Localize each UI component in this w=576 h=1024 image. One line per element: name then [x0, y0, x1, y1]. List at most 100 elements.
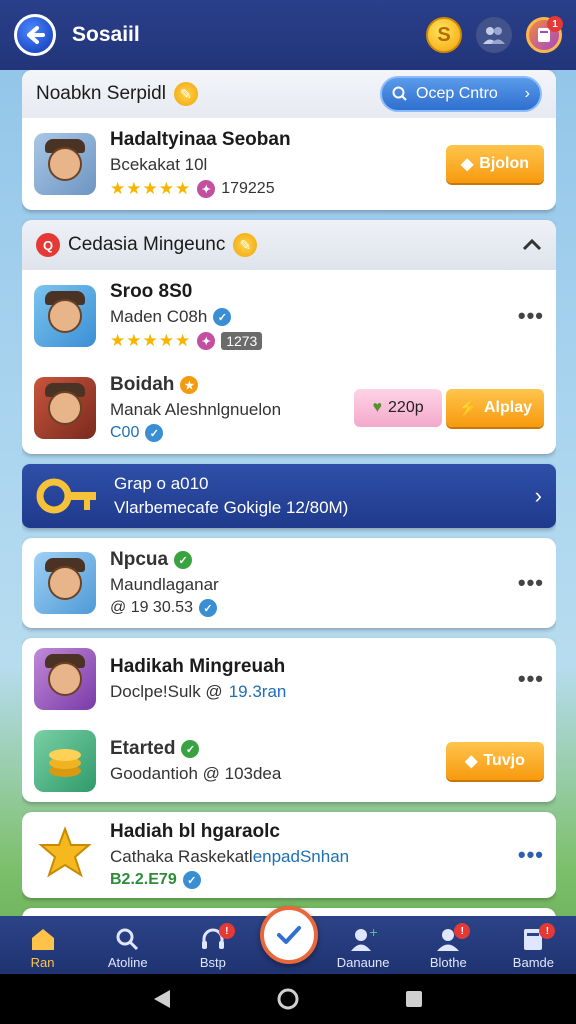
- section-header: Noabkn Serpidl ✎ Ocep Cntro ›: [22, 70, 556, 118]
- verified-icon: ✓: [213, 308, 232, 326]
- coin-stack-thumbnail: [34, 730, 96, 792]
- nav-item-home[interactable]: Ran: [3, 925, 83, 970]
- game-thumbnail: [34, 648, 96, 710]
- promo-banner[interactable]: Grap o a010 Vlarbemecafe Gokigle 12/80M)…: [22, 464, 556, 528]
- item-meta: @ 19 30.53: [110, 599, 193, 616]
- game-card: Hadikah Mingreuah Doclpe!Sulk @ 19.3ran …: [22, 638, 556, 802]
- ticket-icon: ◆: [465, 753, 478, 770]
- home-icon: [31, 929, 54, 950]
- back-triangle-icon[interactable]: [152, 988, 172, 1010]
- item-subtitle: Maundlaganar: [110, 575, 219, 594]
- nav-item-search[interactable]: Atoline: [88, 925, 168, 970]
- notification-badge: 1: [547, 16, 563, 32]
- item-name: Hadiah bl hgaraolc: [110, 821, 280, 842]
- friends-icon[interactable]: [476, 17, 512, 53]
- game-card: Hadiah bl hgaraolc Cathaka Raskekatl enp…: [22, 812, 556, 898]
- section-title: Cedasia Mingeunc: [68, 234, 226, 255]
- chevron-right-icon: ›: [534, 483, 542, 508]
- tag-badge: 1273: [221, 332, 263, 350]
- play-button[interactable]: ◆ Tuvjo: [446, 742, 544, 780]
- center-action-button[interactable]: [260, 906, 318, 964]
- play-button[interactable]: ◆ Bjolon: [446, 145, 544, 183]
- notification-badge: !: [454, 923, 471, 939]
- game-thumbnail: [34, 285, 96, 347]
- more-options-icon[interactable]: •••: [518, 570, 544, 596]
- ticket-icon: ◆: [460, 156, 474, 173]
- search-icon: [392, 86, 407, 101]
- more-options-icon[interactable]: •••: [518, 666, 544, 692]
- bolt-icon: ⚡: [458, 400, 478, 417]
- item-name: Sroo 8S0: [110, 281, 193, 302]
- item-name: Hadikah Mingreuah: [110, 656, 286, 677]
- item-subtitle: Cathaka Raskekatl: [110, 847, 253, 866]
- list-item[interactable]: Sroo 8S0 Maden C08h ✓ ★★★★★ ✦ 1273 •••: [22, 270, 556, 362]
- featured-section: Noabkn Serpidl ✎ Ocep Cntro › Hadaltyina…: [22, 70, 556, 210]
- nav-item-library[interactable]: ! Bamde: [493, 923, 573, 970]
- list-item[interactable]: Hadaltyinaa Seoban Bcekakat 10l ★★★★★ ✦ …: [22, 118, 556, 210]
- verified-icon: ✓: [182, 871, 201, 889]
- play-button[interactable]: ⚡ Alplay: [446, 389, 544, 427]
- verified-icon: ✓: [181, 740, 200, 758]
- item-subtitle: Doclpe!Sulk @: [110, 682, 223, 701]
- fire-icon: ★: [180, 376, 199, 394]
- item-subtitle: Bcekakat 10l: [110, 155, 208, 174]
- nav-item-support[interactable]: ! Bstp: [173, 923, 253, 970]
- coin-icon[interactable]: S: [426, 17, 462, 53]
- app-title: Sosaiil: [72, 23, 140, 46]
- item-meta: B2.2.E79: [110, 871, 177, 888]
- item-name: Npcua: [110, 549, 169, 570]
- verified-icon: ✓: [145, 424, 164, 442]
- star-badge-thumbnail: [34, 824, 96, 886]
- chevron-up-icon[interactable]: [522, 238, 542, 252]
- home-circle-icon[interactable]: [276, 987, 300, 1011]
- rating-stars: ★★★★★: [110, 179, 192, 198]
- game-thumbnail: [34, 377, 96, 439]
- list-item[interactable]: Boidah ★ Manak Aleshnlgnuelon C00 ✓ ♥ 22…: [22, 362, 556, 454]
- check-icon: [277, 926, 301, 944]
- sparkle-icon: ✎: [173, 82, 198, 106]
- verified-icon: ✓: [198, 599, 217, 617]
- nav-item-profile[interactable]: ! Blothe: [408, 923, 488, 970]
- category-section: Q Cedasia Mingeunc ✎ Sroo 8S0 Maden C08h…: [22, 220, 556, 454]
- back-button[interactable]: [14, 14, 56, 56]
- item-name: Hadaltyinaa Seoban: [110, 129, 291, 150]
- item-name: Boidah: [110, 374, 175, 395]
- svg-text:+: +: [369, 926, 377, 939]
- notification-badge: !: [218, 923, 235, 939]
- game-card: Npcua ✓ Maundlaganar @ 19 30.53 ✓ •••: [22, 538, 556, 628]
- arrow-left-icon: [27, 26, 45, 44]
- gem-icon: ✦: [197, 180, 216, 198]
- item-link[interactable]: enpadSnhan: [253, 847, 349, 867]
- item-subtitle: Goodantioh @ 103dea: [110, 764, 282, 783]
- verified-icon: ✓: [174, 551, 193, 569]
- game-thumbnail: [34, 552, 96, 614]
- more-options-icon[interactable]: •••: [518, 303, 544, 329]
- chevron-right-icon: ›: [524, 85, 530, 102]
- item-link[interactable]: 19.3ran: [229, 682, 287, 702]
- item-subtitle: Manak Aleshnlgnuelon: [110, 400, 282, 419]
- nav-item-invite[interactable]: + Danaune: [323, 925, 403, 970]
- profile-avatar[interactable]: 1: [526, 16, 563, 53]
- notification-badge: !: [539, 923, 556, 939]
- banner-title: Grap o a010: [114, 474, 209, 493]
- user-plus-icon: +: [351, 926, 377, 951]
- price-button[interactable]: ♥ 220p: [354, 389, 443, 427]
- banner-subtitle: Vlarbemecafe Gokigle 12/80M): [114, 498, 349, 517]
- list-item[interactable]: Hadiah bl hgaraolc Cathaka Raskekatl enp…: [22, 812, 556, 898]
- sparkle-icon: ✎: [233, 233, 258, 257]
- gem-icon: ✦: [197, 332, 216, 350]
- more-options-icon[interactable]: •••: [518, 842, 544, 868]
- system-nav-bar: [0, 974, 576, 1024]
- item-subtitle: Maden C08h: [110, 307, 208, 326]
- search-button[interactable]: Ocep Cntro ›: [380, 76, 542, 112]
- key-icon: [36, 474, 100, 518]
- alert-icon: Q: [36, 233, 60, 257]
- heart-icon: ♥: [372, 399, 383, 416]
- section-header[interactable]: Q Cedasia Mingeunc ✎: [22, 220, 556, 270]
- list-item[interactable]: Hadikah Mingreuah Doclpe!Sulk @ 19.3ran …: [22, 638, 556, 720]
- list-item[interactable]: Etarted ✓ Goodantioh @ 103dea ◆ Tuvjo: [22, 720, 556, 802]
- content-scroll[interactable]: Noabkn Serpidl ✎ Ocep Cntro › Hadaltyina…: [22, 70, 556, 916]
- list-item[interactable]: Npcua ✓ Maundlaganar @ 19 30.53 ✓ •••: [22, 538, 556, 628]
- game-thumbnail: [34, 133, 96, 195]
- recents-square-icon[interactable]: [404, 989, 424, 1009]
